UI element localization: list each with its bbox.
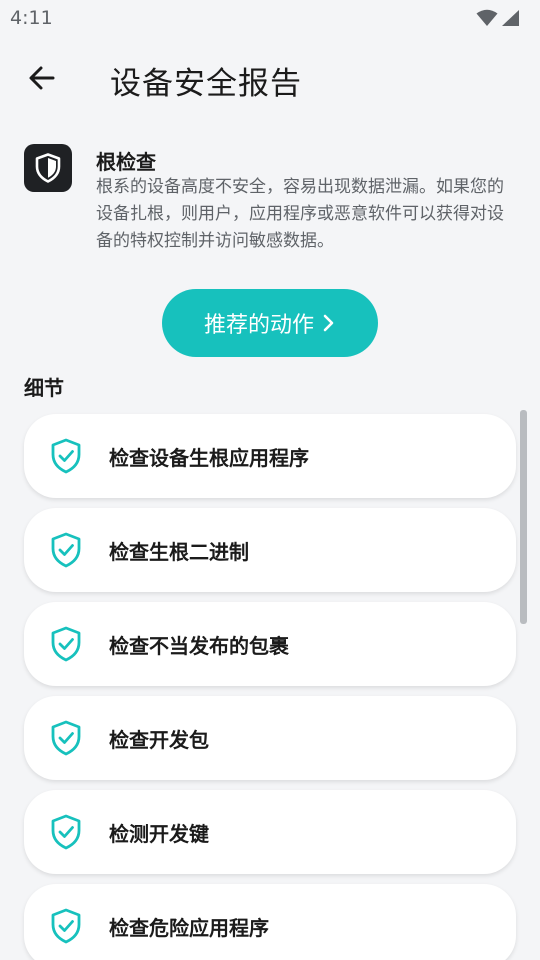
check-item-label: 检测开发键 (109, 822, 209, 846)
check-item-rooting-apps[interactable]: 检查设备生根应用程序 (24, 414, 516, 498)
arrow-left-icon (29, 66, 55, 90)
root-check-icon-tile (24, 144, 72, 192)
page-title: 设备安全报告 (110, 66, 302, 102)
back-button[interactable] (18, 56, 66, 100)
recommended-action-button[interactable]: 推荐的动作 (162, 289, 378, 357)
device-security-report-screen: 4:11 设备安全报告 根检查 根系的设备高度不安全，容易出现数据泄漏。如果您的… (0, 0, 540, 960)
shield-check-icon (51, 908, 81, 944)
root-check-description: 根系的设备高度不安全，容易出现数据泄漏。如果您的设备扎根，则用户，应用程序或恶意… (96, 177, 504, 251)
shield-check-icon (51, 532, 81, 568)
recommended-action-label: 推荐的动作 (203, 313, 314, 338)
check-item-label: 检查生根二进制 (109, 540, 249, 564)
toolbar: 设备安全报告 (0, 50, 540, 106)
shield-icon (35, 153, 61, 183)
check-item-label: 检查危险应用程序 (109, 916, 269, 940)
shield-check-icon (51, 720, 81, 756)
details-section-label: 细节 (24, 376, 64, 400)
root-check-title: 根检查 (96, 150, 156, 174)
shield-check-icon (51, 814, 81, 850)
scrollbar[interactable] (520, 410, 527, 624)
check-item-label: 检查开发包 (109, 728, 209, 752)
shield-check-icon (51, 438, 81, 474)
status-bar: 4:11 (0, 0, 540, 36)
check-item-root-binaries[interactable]: 检查生根二进制 (24, 508, 516, 592)
check-item-label: 检查不当发布的包裹 (109, 634, 289, 658)
check-item-dangerous-apps[interactable]: 检查危险应用程序 (24, 884, 516, 960)
status-time: 4:11 (10, 7, 53, 29)
wifi-icon (476, 9, 498, 26)
check-item-dev-packages[interactable]: 检查开发包 (24, 696, 516, 780)
check-item-label: 检查设备生根应用程序 (109, 446, 309, 470)
chevron-right-icon (323, 314, 334, 332)
signal-icon (502, 10, 519, 26)
shield-check-icon (51, 626, 81, 662)
status-icons (476, 8, 520, 28)
check-item-dev-keys[interactable]: 检测开发键 (24, 790, 516, 874)
check-item-improper-packages[interactable]: 检查不当发布的包裹 (24, 602, 516, 686)
